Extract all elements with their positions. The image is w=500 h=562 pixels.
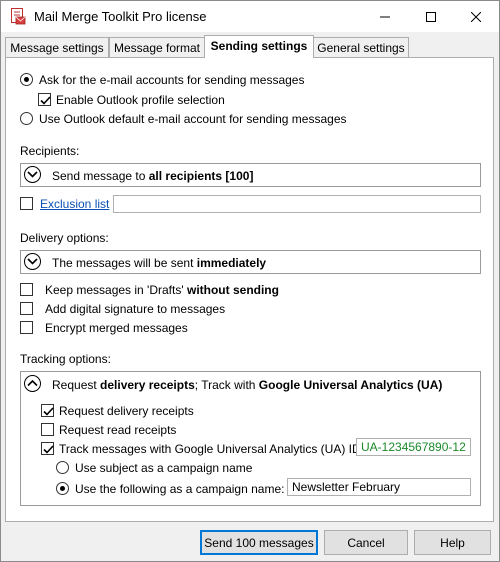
exclusion-list-field[interactable] (113, 195, 481, 213)
recipients-summary-prefix: Send message to (52, 169, 149, 183)
window-title: Mail Merge Toolkit Pro license (34, 9, 207, 24)
sending-settings-panel: Ask for the e-mail accounts for sending … (5, 57, 494, 522)
tab-strip: Message settings Message format Sending … (5, 35, 499, 58)
tracking-summary: Request delivery receipts; Track with Go… (52, 378, 442, 392)
maximize-button[interactable] (408, 1, 454, 32)
ua-tracking-label: Track messages with Google Universal Ana… (59, 442, 361, 456)
expand-chevron-icon[interactable] (24, 166, 41, 183)
checkmark-icon (40, 96, 51, 105)
tracking-summary-b1: delivery receipts (100, 378, 195, 392)
tab-message-format[interactable]: Message format (109, 37, 205, 57)
tracking-summary-b2: Google Universal Analytics (UA) (258, 378, 443, 392)
delivery-summary-prefix: The messages will be sent (52, 256, 197, 270)
custom-campaign-label: Use the following as a campaign name: (75, 482, 285, 496)
recipients-summary-value: all recipients [100] (148, 169, 254, 183)
campaign-name-field[interactable]: Newsletter February (287, 478, 471, 496)
tracking-summary-p2: ; Track with (194, 378, 259, 392)
checkmark-icon (43, 407, 54, 416)
digital-signature-label: Add digital signature to messages (45, 302, 226, 316)
minimize-icon (380, 16, 390, 17)
tracking-options-box: Request delivery receipts; Track with Go… (20, 371, 481, 506)
recipients-heading: Recipients: (20, 144, 80, 158)
checkmark-icon (43, 445, 54, 454)
tab-message-settings[interactable]: Message settings (5, 37, 109, 57)
encrypt-label: Encrypt merged messages (45, 321, 188, 335)
encrypt-checkbox[interactable] (20, 321, 33, 334)
close-button[interactable] (453, 1, 499, 32)
collapse-chevron-icon[interactable] (24, 375, 41, 392)
default-account-label: Use Outlook default e-mail account for s… (39, 112, 347, 126)
digital-signature-checkbox[interactable] (20, 302, 33, 315)
recipients-summary: Send message to all recipients [100] (52, 169, 253, 183)
expand-chevron-icon[interactable] (24, 253, 41, 270)
tab-sending-settings[interactable]: Sending settings (204, 35, 314, 58)
custom-campaign-radio[interactable] (56, 482, 69, 495)
delivery-summary: The messages will be sent immediately (52, 256, 266, 270)
keep-drafts-prefix: Keep messages in 'Drafts' (45, 283, 187, 297)
delivery-receipts-checkbox[interactable] (41, 404, 54, 417)
subject-campaign-radio[interactable] (56, 461, 69, 474)
minimize-button[interactable] (362, 1, 408, 32)
license-window: Mail Merge Toolkit Pro license Message s… (0, 0, 500, 562)
read-receipts-label: Request read receipts (59, 423, 177, 437)
exclusion-list-checkbox[interactable] (20, 197, 33, 210)
maximize-icon (426, 11, 436, 22)
tab-general-settings[interactable]: General settings (313, 37, 409, 57)
mail-merge-app-icon (10, 8, 26, 25)
help-button[interactable]: Help (414, 530, 491, 555)
delivery-summary-box[interactable]: The messages will be sent immediately (20, 250, 481, 274)
delivery-receipts-label: Request delivery receipts (59, 404, 194, 418)
recipients-summary-box[interactable]: Send message to all recipients [100] (20, 163, 481, 187)
ask-accounts-label: Ask for the e-mail accounts for sending … (39, 73, 305, 87)
button-bar: Send 100 messages Cancel Help (1, 523, 499, 561)
delivery-heading: Delivery options: (20, 231, 109, 245)
cancel-button[interactable]: Cancel (324, 530, 408, 555)
default-account-radio[interactable] (20, 112, 33, 125)
ask-accounts-radio[interactable] (20, 73, 33, 86)
send-messages-button[interactable]: Send 100 messages (200, 530, 318, 555)
close-icon (471, 11, 481, 22)
enable-profile-label: Enable Outlook profile selection (56, 93, 225, 107)
tracking-summary-p1: Request (52, 378, 101, 392)
keep-drafts-bold: without sending (186, 283, 279, 297)
enable-profile-checkbox[interactable] (38, 93, 51, 106)
keep-drafts-checkbox[interactable] (20, 283, 33, 296)
subject-campaign-label: Use subject as a campaign name (75, 461, 253, 475)
exclusion-list-link[interactable]: Exclusion list (40, 197, 109, 211)
title-bar: Mail Merge Toolkit Pro license (1, 1, 499, 32)
ua-id-field[interactable]: UA-1234567890-12 (356, 438, 471, 456)
delivery-summary-value: immediately (196, 256, 267, 270)
ua-tracking-checkbox[interactable] (41, 442, 54, 455)
read-receipts-checkbox[interactable] (41, 423, 54, 436)
keep-drafts-label: Keep messages in 'Drafts' without sendin… (45, 283, 279, 297)
tracking-heading: Tracking options: (20, 352, 111, 366)
